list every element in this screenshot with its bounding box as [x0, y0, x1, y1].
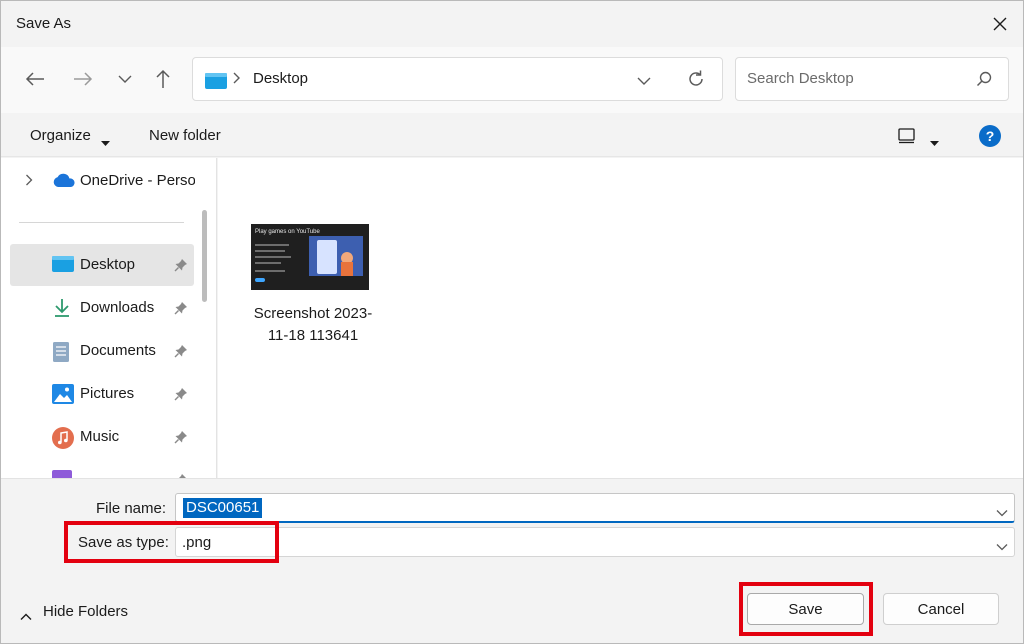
command-bar: Organize New folder ?	[1, 113, 1023, 157]
recent-locations-button[interactable]	[111, 67, 139, 91]
sidebar-item-onedrive[interactable]: OneDrive - Perso	[1, 166, 201, 194]
sidebar-item-label: Desktop	[80, 256, 136, 273]
sidebar-item-label: Documents	[80, 342, 156, 359]
sidebar-item-label: Music	[80, 428, 120, 445]
caret-down-icon[interactable]	[930, 133, 939, 150]
chevron-down-icon[interactable]	[996, 504, 1008, 521]
help-icon[interactable]: ?	[979, 125, 1001, 151]
close-button[interactable]	[977, 1, 1023, 47]
desktop-folder-icon	[52, 255, 74, 277]
sidebar-item-label: Pictures	[80, 385, 135, 402]
music-icon	[52, 427, 74, 453]
file-thumbnail: Play games on YouTube	[251, 224, 369, 290]
desktop-folder-icon	[205, 72, 227, 94]
chevron-down-icon	[118, 75, 132, 83]
address-bar[interactable]: Desktop	[192, 57, 723, 101]
forward-button[interactable]	[69, 67, 97, 91]
refresh-button[interactable]	[686, 69, 706, 93]
caret-down-icon[interactable]	[101, 133, 110, 150]
organize-button[interactable]: Organize	[30, 127, 91, 144]
svg-text:?: ?	[986, 128, 995, 144]
arrow-up-icon	[156, 69, 170, 88]
file-name-input[interactable]: DSC00651	[175, 493, 1015, 523]
arrow-right-icon	[74, 72, 93, 86]
chevron-up-icon	[20, 608, 32, 625]
chevron-right-icon	[233, 71, 241, 89]
videos-icon	[52, 470, 72, 478]
search-box[interactable]: Search Desktop	[735, 57, 1009, 101]
sidebar-item-music[interactable]: Music	[10, 416, 194, 458]
sidebar-divider	[19, 222, 184, 223]
highlight-save-type	[64, 521, 279, 563]
sidebar-item-desktop[interactable]: Desktop	[10, 244, 194, 286]
documents-icon	[52, 341, 70, 367]
sidebar-item-label: OneDrive - Perso	[80, 172, 195, 189]
onedrive-cloud-icon	[52, 172, 76, 192]
pin-icon	[174, 258, 188, 276]
chevron-right-icon[interactable]	[25, 173, 33, 190]
window-title: Save As	[16, 15, 72, 32]
chevron-down-icon	[637, 77, 651, 85]
pin-icon	[174, 430, 188, 448]
refresh-icon	[689, 70, 703, 86]
navigation-bar: Desktop Search Desktop	[1, 47, 1023, 113]
save-options-panel: File name: DSC00651 Save as type: .png H…	[1, 478, 1023, 643]
file-item[interactable]: Play games on YouTube Screenshot 2023-11…	[249, 224, 377, 347]
cancel-button[interactable]: Cancel	[883, 593, 999, 625]
file-list-pane: Play games on YouTube Screenshot 2023-11…	[218, 158, 1023, 478]
sidebar-item-pictures[interactable]: Pictures	[10, 373, 194, 415]
sidebar-scrollbar[interactable]	[202, 210, 207, 302]
search-input[interactable]: Search Desktop	[747, 70, 854, 87]
file-name-label: File name:	[96, 500, 167, 517]
new-folder-button[interactable]: New folder	[149, 127, 221, 144]
hide-folders-label: Hide Folders	[43, 603, 129, 620]
pin-icon	[174, 301, 188, 319]
arrow-left-icon	[25, 72, 44, 86]
pin-icon	[174, 387, 188, 405]
address-path[interactable]: Desktop	[253, 70, 308, 87]
up-button[interactable]	[149, 67, 177, 91]
close-icon	[993, 17, 1007, 31]
file-name-value[interactable]: DSC00651	[183, 498, 263, 518]
chevron-down-icon[interactable]	[996, 538, 1008, 555]
pin-icon	[174, 344, 188, 362]
sidebar-item-label: Downloads	[80, 299, 155, 316]
sidebar-item-documents[interactable]: Documents	[10, 330, 194, 372]
downloads-icon	[52, 298, 72, 322]
save-type-select[interactable]: .png	[175, 527, 1015, 557]
save-as-dialog: Save As Desktop Search Desktop Organize …	[0, 0, 1024, 644]
pictures-icon	[52, 384, 74, 408]
sidebar-item-videos[interactable]	[10, 459, 194, 478]
navigation-pane: OneDrive - Perso Desktop Downloads Docum…	[1, 158, 217, 478]
title-bar: Save As	[1, 1, 1023, 47]
address-dropdown-button[interactable]	[637, 73, 651, 90]
view-options-icon[interactable]	[898, 128, 916, 148]
back-button[interactable]	[21, 67, 49, 91]
thumbnail-title: Play games on YouTube	[255, 229, 320, 235]
sidebar-item-downloads[interactable]: Downloads	[10, 287, 194, 329]
highlight-save-button	[739, 582, 873, 636]
search-icon[interactable]	[976, 71, 992, 91]
file-name-label: Screenshot 2023-11-18 113641	[253, 305, 373, 344]
